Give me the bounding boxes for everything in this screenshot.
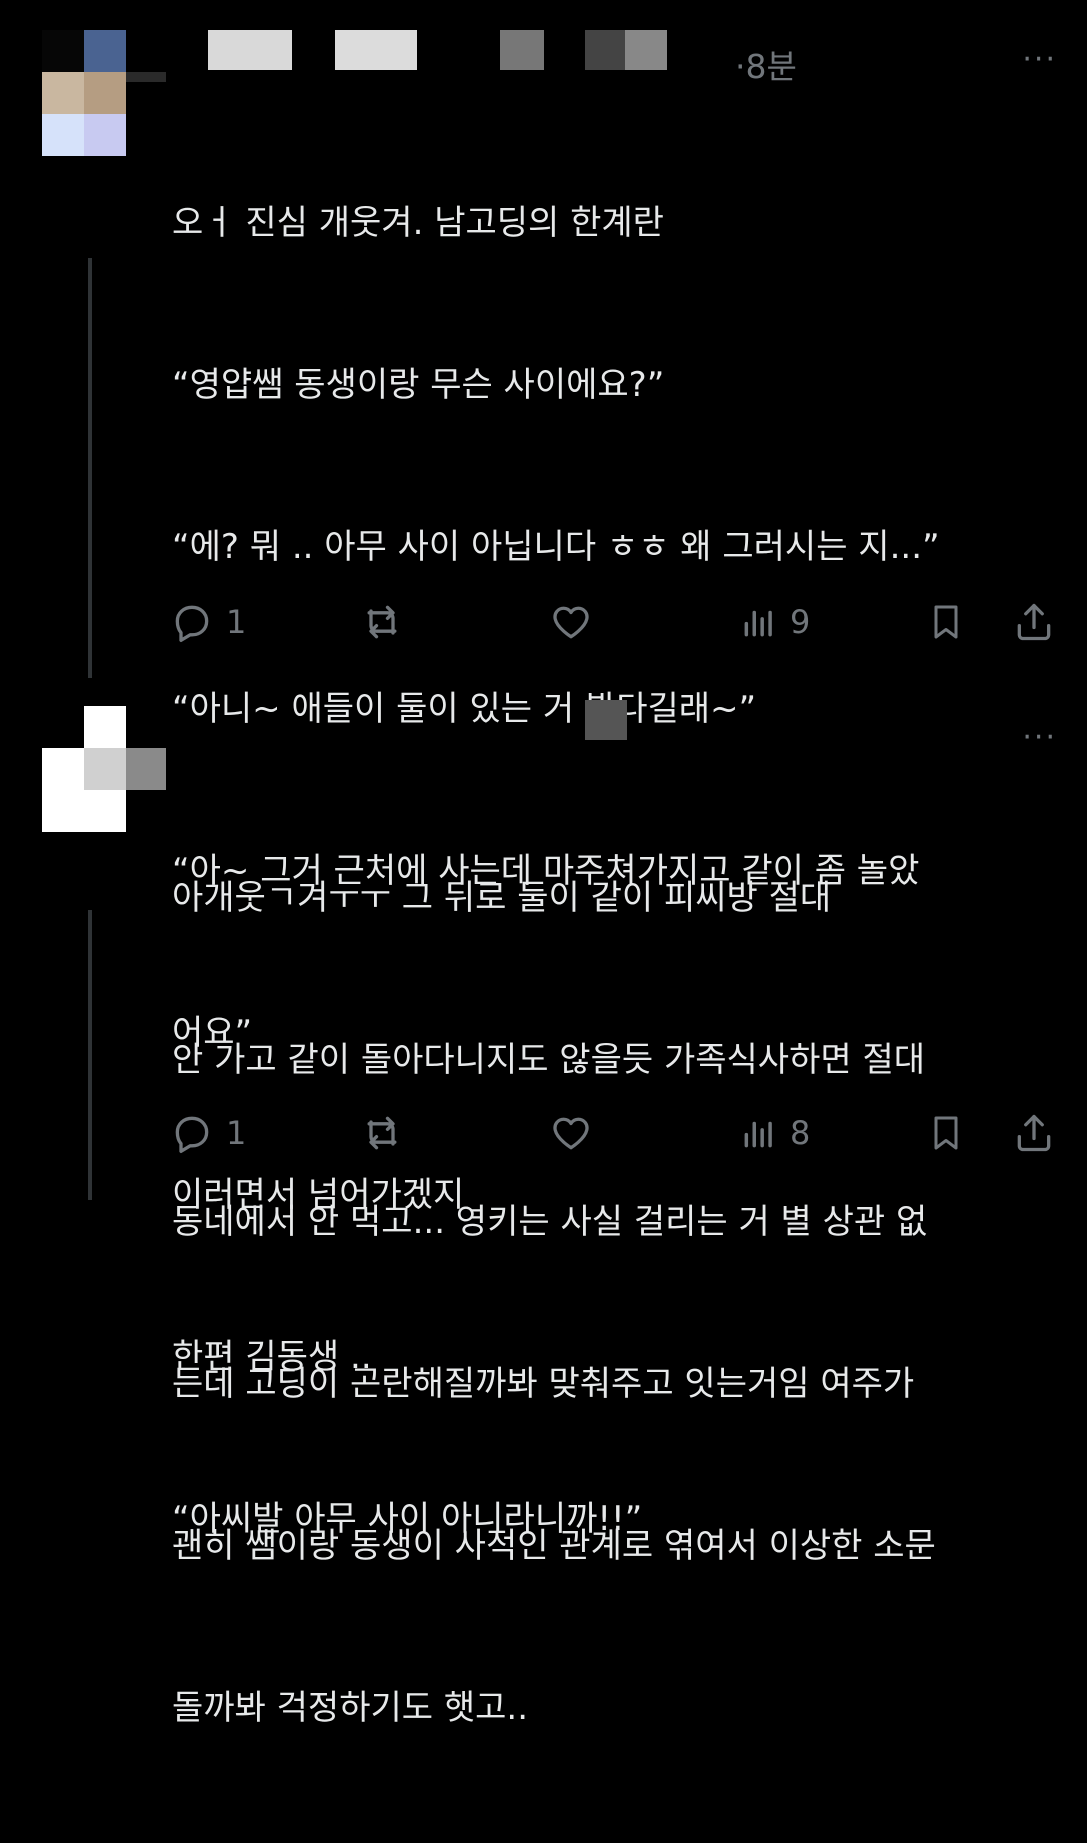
reply-icon (175, 1116, 209, 1153)
text-line: 는데 고딩이 곤란해질까봐 맞춰주고 잇는거임 여주가 (172, 1364, 915, 1404)
share-button[interactable] (1012, 1108, 1056, 1158)
text-line: “에? 뭐 .. 아무 사이 아닙니다 ㅎㅎ 왜 그러시는 지...” (172, 527, 940, 567)
action-bar: 1 8 (170, 1108, 1060, 1158)
views-icon (744, 1121, 772, 1148)
avatar[interactable] (42, 30, 166, 156)
author-name-redacted[interactable] (208, 30, 292, 70)
reply-post[interactable]: ·8분 ··· 오ㅓ 진심 개웃겨. 남고딩의 한계란 “영얍쌤 동생이랑 무슨… (0, 0, 1087, 1539)
share-button[interactable] (1012, 597, 1056, 647)
like-button[interactable] (548, 1108, 594, 1158)
repost-button[interactable] (358, 1108, 406, 1158)
author-handle-redacted[interactable] (500, 30, 544, 70)
share-icon (1017, 603, 1051, 641)
bookmark-icon (934, 605, 958, 639)
repost-icon (367, 1116, 397, 1150)
bookmark-icon (934, 1116, 958, 1150)
text-line: 오ㅓ 진심 개웃겨. 남고딩의 한계란 (172, 203, 664, 243)
author-handle-redacted (625, 30, 667, 70)
author-handle-redacted (585, 30, 625, 70)
bookmark-button[interactable] (926, 597, 966, 647)
text-line: 안 가고 같이 돌아다니지도 않을듯 가족식사하면 절대 (172, 1040, 926, 1080)
action-bar: 1 9 (170, 597, 1060, 647)
text-line: 괜히 쌤이랑 동생이 사적인 관계로 엮여서 이상한 소문 (172, 1526, 936, 1566)
views-count: 8 (790, 1114, 811, 1152)
reply-post[interactable]: ··· 아개웃ㄱ겨ㅜㅜ 그 뒤로 둘이 같이 피씨방 절대 안 가고 같이 돌아… (0, 690, 1087, 1728)
views-button[interactable]: 8 (740, 1108, 810, 1158)
views-count: 9 (790, 603, 811, 641)
thread-line (88, 910, 92, 1200)
author-name-redacted (335, 30, 417, 70)
bookmark-button[interactable] (926, 1108, 966, 1158)
repost-icon (367, 605, 397, 639)
text-line: 돌까봐 걱정하기도 햇고.. (172, 1688, 529, 1728)
heart-icon (553, 1117, 589, 1150)
reply-button[interactable]: 1 (170, 1108, 246, 1158)
reply-count: 1 (226, 603, 247, 641)
text-line: 아개웃ㄱ겨ㅜㅜ 그 뒤로 둘이 같이 피씨방 절대 (172, 878, 832, 918)
text-line: 동네에서 안 먹고... 영키는 사실 걸리는 거 별 상관 없 (172, 1202, 928, 1242)
avatar[interactable] (42, 706, 166, 832)
more-options-icon[interactable]: ··· (1022, 720, 1057, 755)
reply-icon (175, 605, 209, 642)
share-icon (1017, 1114, 1051, 1152)
views-icon (744, 610, 772, 637)
text-line: “영얍쌤 동생이랑 무슨 사이에요?” (172, 365, 665, 405)
more-options-icon[interactable]: ··· (1022, 42, 1057, 77)
post-timestamp[interactable]: ·8분 (735, 40, 797, 88)
like-button[interactable] (548, 597, 594, 647)
views-button[interactable]: 9 (740, 597, 810, 647)
author-handle-redacted[interactable] (585, 700, 627, 740)
reply-button[interactable]: 1 (170, 597, 246, 647)
reply-count: 1 (226, 1114, 247, 1152)
repost-button[interactable] (358, 597, 406, 647)
thread-line (88, 258, 92, 678)
post-text: 아개웃ㄱ겨ㅜㅜ 그 뒤로 둘이 같이 피씨방 절대 안 가고 같이 돌아다니지도… (172, 763, 1052, 1843)
heart-icon (553, 606, 589, 639)
